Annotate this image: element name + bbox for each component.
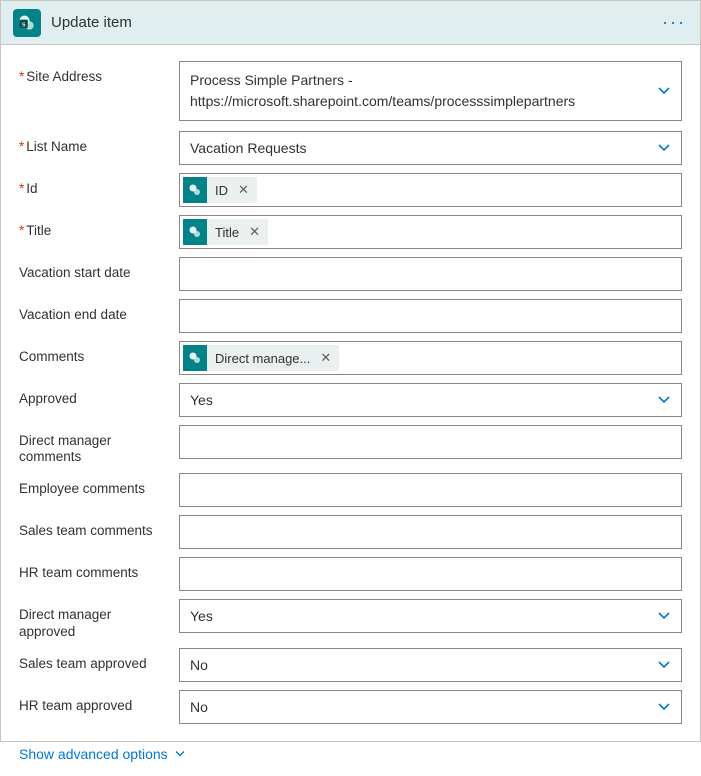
dm-approved-dropdown[interactable]: Yes: [179, 599, 682, 633]
label-sales-approved: Sales team approved: [19, 648, 179, 672]
sales-approved-value: No: [190, 657, 208, 673]
token-title[interactable]: Title ✕: [183, 219, 268, 245]
token-remove-icon[interactable]: ✕: [236, 182, 251, 198]
label-approved: Approved: [19, 383, 179, 407]
chevron-down-icon: [657, 609, 671, 623]
label-vacation-start: Vacation start date: [19, 257, 179, 281]
card-title: Update item: [51, 14, 132, 31]
id-input[interactable]: ID ✕: [179, 173, 682, 207]
emp-comments-input[interactable]: [179, 473, 682, 507]
label-id: Id: [19, 173, 179, 197]
sharepoint-icon: [183, 345, 207, 371]
comments-input[interactable]: Direct manage... ✕: [179, 341, 682, 375]
site-address-dropdown[interactable]: Process Simple Partners - https://micros…: [179, 61, 682, 121]
svg-text:S: S: [22, 21, 26, 28]
sales-approved-dropdown[interactable]: No: [179, 648, 682, 682]
label-sales-comments: Sales team comments: [19, 515, 179, 539]
sales-comments-input[interactable]: [179, 515, 682, 549]
label-dm-approved: Direct manager approved: [19, 599, 179, 639]
list-name-value: Vacation Requests: [190, 140, 306, 156]
chevron-down-icon: [174, 748, 186, 760]
vacation-start-input[interactable]: [179, 257, 682, 291]
title-input[interactable]: Title ✕: [179, 215, 682, 249]
label-list-name: List Name: [19, 131, 179, 155]
dm-approved-value: Yes: [190, 608, 213, 624]
dm-comments-input[interactable]: [179, 425, 682, 459]
token-direct-manager[interactable]: Direct manage... ✕: [183, 345, 339, 371]
approved-value: Yes: [190, 392, 213, 408]
show-advanced-options-link[interactable]: Show advanced options: [19, 746, 186, 762]
token-id[interactable]: ID ✕: [183, 177, 257, 203]
chevron-down-icon: [657, 84, 671, 98]
label-hr-approved: HR team approved: [19, 690, 179, 714]
sharepoint-icon: [183, 177, 207, 203]
label-emp-comments: Employee comments: [19, 473, 179, 497]
card-header: S Update item ···: [1, 1, 700, 45]
more-menu-button[interactable]: ···: [662, 13, 686, 31]
label-title: Title: [19, 215, 179, 239]
chevron-down-icon: [657, 141, 671, 155]
label-vacation-end: Vacation end date: [19, 299, 179, 323]
chevron-down-icon: [657, 658, 671, 672]
token-remove-icon[interactable]: ✕: [318, 350, 333, 366]
hr-approved-value: No: [190, 699, 208, 715]
approved-dropdown[interactable]: Yes: [179, 383, 682, 417]
form-body: Site Address Process Simple Partners - h…: [1, 45, 700, 736]
hr-approved-dropdown[interactable]: No: [179, 690, 682, 724]
label-site-address: Site Address: [19, 61, 179, 85]
list-name-dropdown[interactable]: Vacation Requests: [179, 131, 682, 165]
label-hr-comments: HR team comments: [19, 557, 179, 581]
vacation-end-input[interactable]: [179, 299, 682, 333]
hr-comments-input[interactable]: [179, 557, 682, 591]
token-remove-icon[interactable]: ✕: [247, 224, 262, 240]
label-dm-comments: Direct manager comments: [19, 425, 179, 465]
chevron-down-icon: [657, 700, 671, 714]
show-advanced-label: Show advanced options: [19, 746, 168, 762]
chevron-down-icon: [657, 393, 671, 407]
sharepoint-icon: [183, 219, 207, 245]
site-address-value-line2: https://microsoft.sharepoint.com/teams/p…: [190, 91, 575, 112]
sharepoint-icon: S: [13, 9, 41, 37]
token-title-label: Title: [215, 225, 239, 240]
token-id-label: ID: [215, 183, 228, 198]
site-address-value-line1: Process Simple Partners -: [190, 70, 353, 91]
token-dm-label: Direct manage...: [215, 351, 310, 366]
label-comments: Comments: [19, 341, 179, 365]
